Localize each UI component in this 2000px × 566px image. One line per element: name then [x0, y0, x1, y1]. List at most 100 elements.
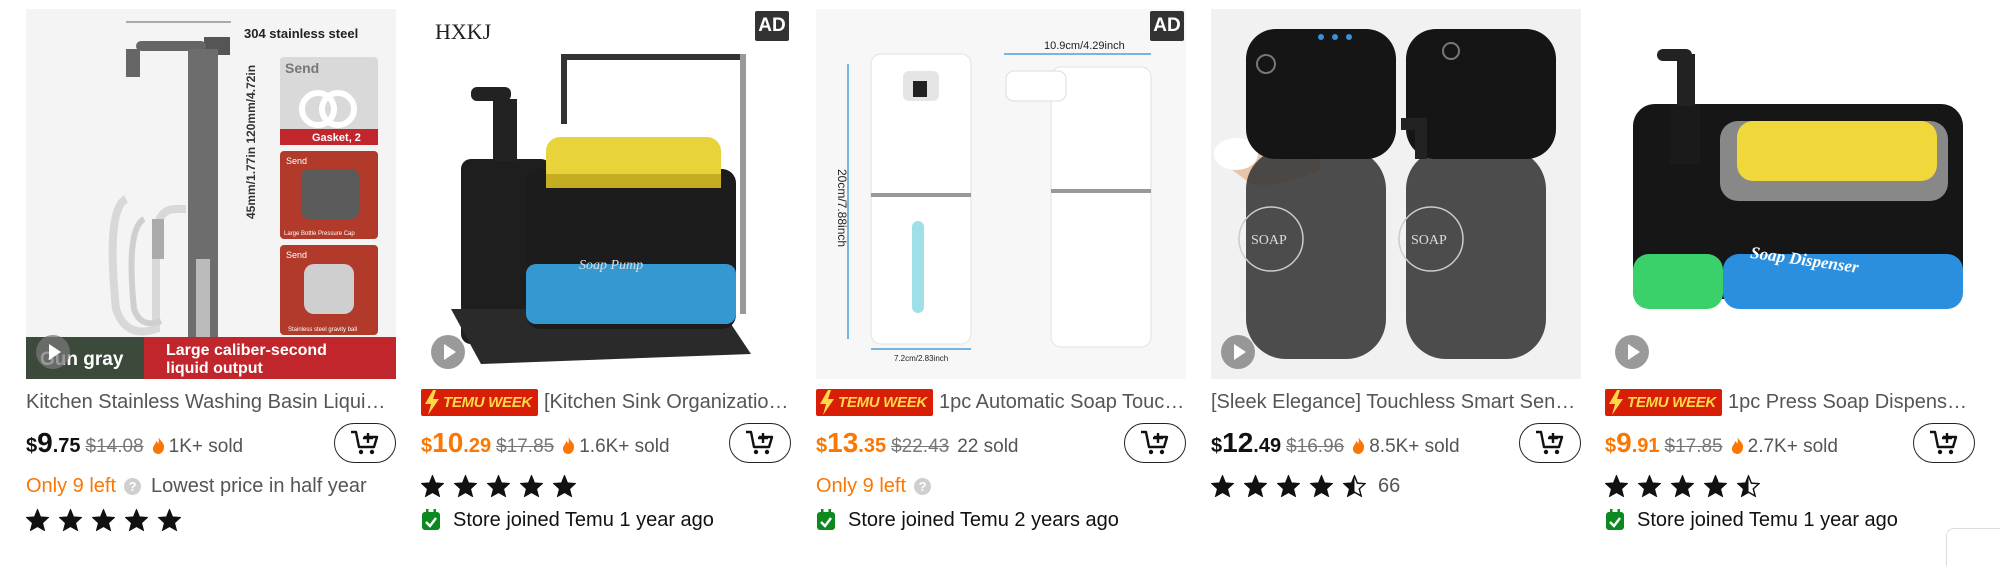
play-icon[interactable] — [36, 335, 70, 369]
image-header: 304 stainless steel — [244, 26, 358, 41]
ad-badge: AD — [1150, 11, 1184, 41]
svg-text:45mm/1.77in 120mm/4.72in: 45mm/1.77in 120mm/4.72in — [244, 65, 258, 219]
add-to-cart-icon — [1930, 430, 1958, 455]
current-price: $9.91 — [1605, 427, 1660, 458]
star-icon — [1244, 475, 1267, 497]
add-to-cart-button[interactable] — [1519, 423, 1581, 463]
current-price: $12.49 — [1211, 427, 1282, 458]
current-price: $10.29 — [421, 427, 492, 458]
product-image[interactable]: SOAP SOAP — [1211, 9, 1581, 379]
ad-badge: AD — [755, 11, 789, 41]
product-card[interactable]: 304 stainless steel 45mm/1.77in 120mm/4.… — [26, 9, 396, 549]
product-title-row[interactable]: TEMU WEEK 1pc Press Soap Dispenser Ki... — [1605, 387, 1975, 417]
add-to-cart-button[interactable] — [1913, 423, 1975, 463]
add-to-cart-button[interactable] — [334, 423, 396, 463]
add-to-cart-button[interactable] — [1124, 423, 1186, 463]
star-icon — [1737, 475, 1760, 497]
product-title[interactable]: [Sleek Elegance] Touchless Smart Sens... — [1211, 391, 1581, 414]
product-title[interactable]: Kitchen Stainless Washing Basin Liquid .… — [26, 391, 396, 414]
current-price: $13.35 — [816, 427, 887, 458]
price-row: $13.35 $22.43 22 sold — [816, 427, 1116, 461]
star-icon — [1704, 475, 1727, 497]
original-price: $14.08 — [85, 436, 144, 457]
star-icon — [1211, 475, 1234, 497]
help-icon[interactable]: ? — [914, 477, 932, 495]
svg-text:Soap Pump: Soap Pump — [579, 258, 643, 273]
play-icon[interactable] — [1615, 335, 1649, 369]
store-joined-text: Store joined Temu 1 year ago — [1637, 508, 1898, 531]
svg-text:liquid output: liquid output — [166, 360, 264, 377]
price-row: $10.29 $17.85 1.6K+ sold — [421, 427, 721, 461]
add-to-cart-icon — [1536, 430, 1564, 455]
svg-text:Send: Send — [286, 250, 307, 260]
svg-text:Send: Send — [285, 60, 319, 76]
sold-count: 1.6K+ sold — [579, 436, 670, 457]
flame-icon — [152, 437, 164, 454]
add-to-cart-icon — [746, 430, 774, 455]
product-title-row[interactable]: Kitchen Stainless Washing Basin Liquid .… — [26, 387, 396, 417]
help-icon[interactable]: ? — [124, 477, 142, 495]
product-card[interactable]: SOAP SOAP [Sleek Elegance] Touchless Sma… — [1211, 9, 1581, 549]
flame-icon — [563, 437, 575, 454]
temu-week-badge: TEMU WEEK — [1605, 388, 1722, 416]
product-title[interactable]: [Kitchen Sink Organization S... — [544, 391, 791, 414]
svg-text:SOAP: SOAP — [1251, 233, 1287, 248]
stock-line: Only 9 left ? — [816, 471, 932, 501]
product-card[interactable]: 10.9cm/4.29inch 20cm/7.88inch 7.2cm/2.83… — [816, 9, 1186, 549]
rating-stars: 66 — [1211, 471, 1400, 501]
store-joined-text: Store joined Temu 1 year ago — [453, 508, 714, 531]
product-title-row[interactable]: [Sleek Elegance] Touchless Smart Sens... — [1211, 387, 1581, 417]
current-price: $9.75 — [26, 427, 81, 458]
star-icon — [158, 509, 181, 531]
store-calendar-icon — [1606, 509, 1624, 530]
store-calendar-icon — [817, 509, 835, 530]
store-calendar-icon — [422, 509, 440, 530]
star-icon — [125, 509, 148, 531]
star-icon — [26, 509, 49, 531]
product-title-row[interactable]: TEMU WEEK [Kitchen Sink Organization S..… — [421, 387, 791, 417]
sold-count: 8.5K+ sold — [1369, 436, 1460, 457]
sold-count: 1K+ sold — [168, 436, 244, 457]
play-icon[interactable] — [431, 335, 465, 369]
star-icon — [553, 475, 576, 497]
star-icon — [59, 509, 82, 531]
star-icon — [487, 475, 510, 497]
product-grid: 304 stainless steel 45mm/1.77in 120mm/4.… — [0, 0, 2000, 566]
play-icon[interactable] — [1221, 335, 1255, 369]
svg-text:SOAP: SOAP — [1411, 233, 1447, 248]
product-title[interactable]: 1pc Press Soap Dispenser Ki... — [1728, 391, 1975, 414]
sold-count: 2.7K+ sold — [1747, 436, 1838, 457]
store-info: Store joined Temu 1 year ago — [421, 505, 714, 535]
star-icon — [92, 509, 115, 531]
product-title-row[interactable]: TEMU WEEK 1pc Automatic Soap Touchle... — [816, 387, 1186, 417]
product-title[interactable]: 1pc Automatic Soap Touchle... — [939, 391, 1186, 414]
star-icon — [454, 475, 477, 497]
add-to-cart-button[interactable] — [729, 423, 791, 463]
product-image[interactable]: 304 stainless steel 45mm/1.77in 120mm/4.… — [26, 9, 396, 379]
sold-count: 22 sold — [957, 436, 1019, 457]
price-row: $12.49 $16.96 8.5K+ sold — [1211, 427, 1511, 461]
product-card[interactable]: HXKJ Soap Pump AD TEMU WEEK [Kitchen Sin… — [421, 9, 791, 549]
add-to-cart-icon — [1141, 430, 1169, 455]
price-row: $9.91 $17.85 2.7K+ sold — [1605, 427, 1905, 461]
rating-stars — [26, 505, 191, 535]
original-price: $17.85 — [1664, 436, 1723, 457]
star-icon — [1310, 475, 1333, 497]
flame-icon — [1353, 437, 1365, 454]
product-card[interactable]: Soap Dispenser TEMU WEEK 1pc Press Soap … — [1605, 9, 1975, 549]
star-icon — [1343, 475, 1366, 497]
original-price: $16.96 — [1286, 436, 1345, 457]
flame-icon — [1731, 437, 1743, 454]
temu-week-badge: TEMU WEEK — [421, 388, 538, 416]
original-price: $17.85 — [496, 436, 555, 457]
product-image[interactable]: HXKJ Soap Pump AD — [421, 9, 791, 379]
product-image[interactable]: 10.9cm/4.29inch 20cm/7.88inch 7.2cm/2.83… — [816, 9, 1186, 379]
star-icon — [520, 475, 543, 497]
product-image[interactable]: Soap Dispenser — [1605, 9, 1975, 379]
price-row: $9.75 $14.08 1K+ sold — [26, 427, 326, 461]
star-icon — [1605, 475, 1628, 497]
svg-text:Large Bottle Pressure Cap: Large Bottle Pressure Cap — [284, 231, 355, 237]
store-info: Store joined Temu 1 year ago — [1605, 505, 1898, 535]
floating-widget[interactable] — [1946, 528, 2000, 566]
svg-text:Send: Send — [286, 156, 307, 166]
